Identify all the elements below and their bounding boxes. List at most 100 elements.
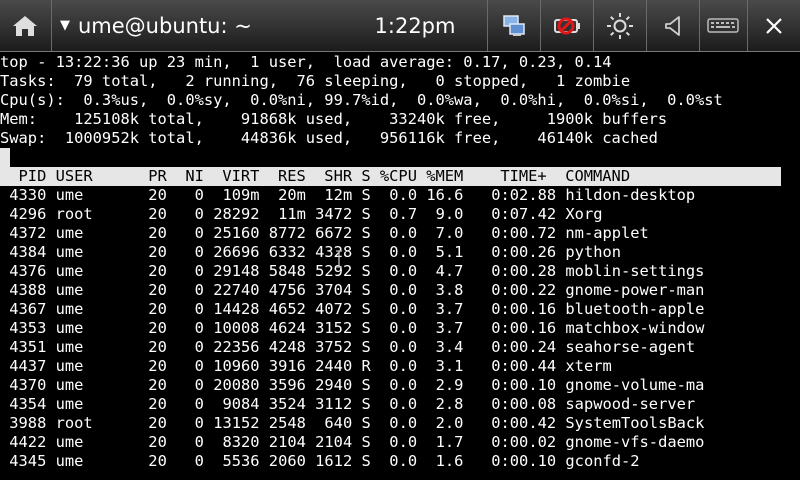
- state-cell: S: [352, 262, 371, 280]
- nice-cell: 0: [166, 300, 204, 318]
- nice-cell: 0: [166, 186, 204, 204]
- mem-cell: 2.0: [417, 414, 464, 432]
- state-cell: S: [352, 338, 371, 356]
- virt-cell: 10960: [203, 357, 260, 375]
- virt-cell: 13152: [203, 414, 260, 432]
- cpu-cell: 0.0: [370, 395, 418, 413]
- keyboard-button[interactable]: [700, 0, 746, 51]
- res-cell: 3596: [259, 376, 306, 394]
- nice-cell: 0: [166, 452, 204, 470]
- input-line: [0, 148, 800, 167]
- command-cell: gnome-volume-ma: [565, 376, 714, 394]
- volume-button[interactable]: [647, 0, 699, 51]
- time-cell: 0:00.72: [463, 224, 557, 242]
- pid-cell: 4376: [0, 262, 47, 280]
- uptime-line: top - 13:22:36 up 23 min, 1 user, load a…: [0, 53, 612, 71]
- tasks-line: Tasks: 79 total, 2 running, 76 sleeping,…: [0, 72, 631, 90]
- res-cell: 8772: [259, 224, 306, 242]
- time-cell: 0:00.22: [463, 281, 557, 299]
- nice-cell: 0: [166, 262, 204, 280]
- command-cell: gconfd-2: [565, 452, 714, 470]
- virt-cell: 29148: [203, 262, 260, 280]
- user-cell: ume: [55, 357, 130, 375]
- process-row: 4367 ume 20 0 14428 4652 4072 S 0.0 3.7 …: [0, 300, 800, 319]
- virt-cell: 14428: [203, 300, 260, 318]
- mem-cell: 1.6: [417, 452, 464, 470]
- virt-cell: 28292: [203, 205, 260, 223]
- time-cell: 0:00.44: [463, 357, 557, 375]
- cpu-cell: 0.0: [370, 452, 418, 470]
- mem-cell: 9.0: [417, 205, 464, 223]
- process-row: 4353 ume 20 0 10008 4624 3152 S 0.0 3.7 …: [0, 319, 800, 338]
- res-cell: 4652: [259, 300, 306, 318]
- nice-cell: 0: [166, 338, 204, 356]
- time-cell: 0:00.28: [463, 262, 557, 280]
- mem-cell: 1.7: [417, 433, 464, 451]
- mem-cell: 3.7: [417, 300, 464, 318]
- battery-button[interactable]: [541, 0, 593, 51]
- brightness-button[interactable]: [594, 0, 646, 51]
- mem-cell: 2.8: [417, 395, 464, 413]
- cpu-cell: 0.0: [370, 281, 418, 299]
- res-cell: 4756: [259, 281, 306, 299]
- virt-cell: 9084: [203, 395, 260, 413]
- command-cell: Xorg: [565, 205, 714, 223]
- cpu-cell: 0.7: [370, 205, 418, 223]
- keyboard-icon: [707, 17, 739, 33]
- pid-cell: 3988: [0, 414, 47, 432]
- command-cell: hildon-desktop: [565, 186, 714, 204]
- user-cell: ume: [55, 281, 130, 299]
- shr-cell: 4072: [305, 300, 353, 318]
- home-button[interactable]: [0, 0, 50, 51]
- pid-cell: 4353: [0, 319, 47, 337]
- pid-cell: 4372: [0, 224, 47, 242]
- time-cell: 0:00.08: [463, 395, 557, 413]
- priority-cell: 20: [129, 186, 167, 204]
- priority-cell: 20: [129, 205, 167, 223]
- time-cell: 0:00.10: [463, 376, 557, 394]
- user-cell: root: [55, 205, 130, 223]
- res-cell: 11m: [259, 205, 306, 223]
- pid-cell: 4296: [0, 205, 47, 223]
- pid-cell: 4388: [0, 281, 47, 299]
- res-cell: 4248: [259, 338, 306, 356]
- state-cell: S: [352, 452, 371, 470]
- battery-icon: [554, 17, 580, 34]
- state-cell: S: [352, 186, 371, 204]
- state-cell: S: [352, 243, 371, 261]
- window-title-menu[interactable]: ▼ ume@ubuntu: ~: [60, 0, 252, 51]
- process-row: 4354 ume 20 0 9084 3524 3112 S 0.0 2.8 0…: [0, 395, 800, 414]
- shr-cell: 2104: [305, 433, 353, 451]
- cpu-cell: 0.0: [370, 262, 418, 280]
- shr-cell: 12m: [305, 186, 353, 204]
- volume-icon: [665, 15, 680, 36]
- virt-cell: 109m: [203, 186, 260, 204]
- mem-line: Mem: 125108k total, 91868k used, 33240k …: [0, 110, 668, 128]
- command-cell: seahorse-agent: [565, 338, 714, 356]
- close-icon: [766, 17, 782, 34]
- status-bar: ▼ ume@ubuntu: ~ 1:22pm: [0, 0, 800, 52]
- nice-cell: 0: [166, 224, 204, 242]
- priority-cell: 20: [129, 433, 167, 451]
- swap-line: Swap: 1000952k total, 44836k used, 95611…: [0, 129, 658, 147]
- virt-cell: 5536: [203, 452, 260, 470]
- mem-cell: 3.7: [417, 319, 464, 337]
- res-cell: 5848: [259, 262, 306, 280]
- process-row: 4330 ume 20 0 109m 20m 12m S 0.0 16.6 0:…: [0, 186, 800, 205]
- res-cell: 2548: [259, 414, 306, 432]
- network-button[interactable]: [488, 0, 540, 51]
- virt-cell: 8320: [203, 433, 260, 451]
- terminal-output[interactable]: top - 13:22:36 up 23 min, 1 user, load a…: [0, 53, 800, 480]
- command-cell: matchbox-window: [565, 319, 714, 337]
- priority-cell: 20: [129, 395, 167, 413]
- close-button[interactable]: [748, 0, 800, 51]
- command-cell: xterm: [565, 357, 714, 375]
- user-cell: ume: [55, 433, 130, 451]
- nice-cell: 0: [166, 376, 204, 394]
- pid-cell: 4370: [0, 376, 47, 394]
- command-cell: python: [565, 243, 714, 261]
- state-cell: S: [352, 414, 371, 432]
- clock[interactable]: 1:22pm: [360, 0, 470, 51]
- state-cell: S: [352, 300, 371, 318]
- user-cell: ume: [55, 243, 130, 261]
